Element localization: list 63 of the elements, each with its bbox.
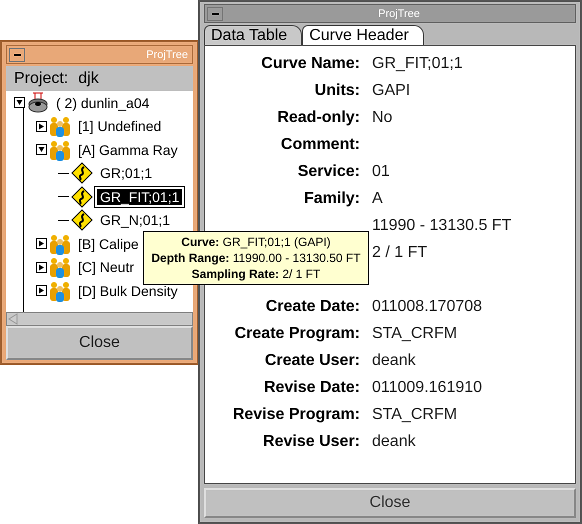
expander-icon[interactable] xyxy=(36,262,47,273)
field-label: Revise Program: xyxy=(232,406,360,422)
close-button[interactable]: Close xyxy=(204,488,576,518)
field-value: GAPI xyxy=(372,82,410,100)
expander-icon[interactable] xyxy=(36,144,47,156)
field-label: Create User: xyxy=(264,352,360,368)
field-value: 01 xyxy=(372,162,390,180)
tree-item[interactable]: GR;01;1 xyxy=(97,165,156,182)
tab[interactable]: Curve Header xyxy=(302,25,424,45)
window-title: ProjTree xyxy=(378,8,420,20)
people-group-icon xyxy=(49,232,71,255)
field-label: Service: xyxy=(298,162,360,180)
field-label: Family: xyxy=(304,190,360,206)
tooltip-line: Depth Range: 11990.00 - 13130.50 FT xyxy=(150,250,362,266)
tab[interactable]: Data Table xyxy=(204,25,302,45)
well-icon xyxy=(27,92,49,114)
tree-item[interactable]: [C] Neutr xyxy=(75,259,138,276)
field-label: Curve Name: xyxy=(261,54,360,72)
field-value: 011009.161910 xyxy=(372,378,482,396)
tree-item[interactable]: ( 2) dunlin_a04 xyxy=(53,94,152,111)
tree-item[interactable]: [D] Bulk Density xyxy=(75,282,181,299)
field-label: Revise Date: xyxy=(264,378,360,396)
people-group-icon xyxy=(49,280,71,302)
curve-icon xyxy=(71,162,93,184)
field-value: STA_CRFM xyxy=(372,406,458,424)
people-group-icon xyxy=(49,256,71,278)
close-button[interactable]: Close xyxy=(6,326,193,360)
field-value: 11990 - 13130.5 FT xyxy=(372,216,512,234)
field-value: deank xyxy=(372,352,416,370)
field-value: A xyxy=(372,190,383,208)
field-value: 2 / 1 FT xyxy=(372,244,428,262)
field-label: Comment: xyxy=(280,136,360,152)
expander-icon[interactable] xyxy=(36,285,47,296)
tree-item[interactable]: [A] Gamma Ray xyxy=(75,142,181,158)
project-name: djk xyxy=(78,70,99,88)
tooltip-line: Curve: GR_FIT;01;1 (GAPI) xyxy=(180,234,332,250)
curve-icon xyxy=(71,186,93,208)
field-label: Revise User: xyxy=(263,432,360,450)
minimize-button[interactable] xyxy=(9,48,25,62)
window-title: ProjTree xyxy=(146,48,188,60)
field-value: STA_CRFM xyxy=(372,324,458,342)
minimize-button[interactable] xyxy=(207,6,223,20)
project-label: Project: xyxy=(14,70,68,88)
people-group-icon xyxy=(49,115,71,138)
field-value: deank xyxy=(372,432,416,450)
field-label: Read-only: xyxy=(277,108,360,126)
tooltip-line: Sampling Rate: 2/ 1 FT xyxy=(190,266,322,282)
expander-icon[interactable] xyxy=(36,120,47,132)
horizontal-scrollbar[interactable] xyxy=(6,312,193,326)
people-group-icon xyxy=(49,138,71,161)
field-value: 011008.170708 xyxy=(372,298,482,316)
tree-item[interactable]: [1] Undefined xyxy=(75,118,164,134)
expander-icon[interactable] xyxy=(14,97,25,108)
tree-item[interactable]: GR_FIT;01;1 xyxy=(97,188,182,205)
field-label: Units: xyxy=(314,82,360,98)
tree-item[interactable]: GR_N;01;1 xyxy=(97,212,174,228)
field-value: GR_FIT;01;1 xyxy=(372,54,463,72)
expander-icon[interactable] xyxy=(36,238,47,250)
curve-icon xyxy=(71,209,93,232)
field-label: Create Program: xyxy=(234,324,360,342)
field-label: Create Date: xyxy=(266,298,360,314)
tree-item[interactable]: [B] Calipe xyxy=(75,236,142,252)
field-value: No xyxy=(372,108,392,126)
